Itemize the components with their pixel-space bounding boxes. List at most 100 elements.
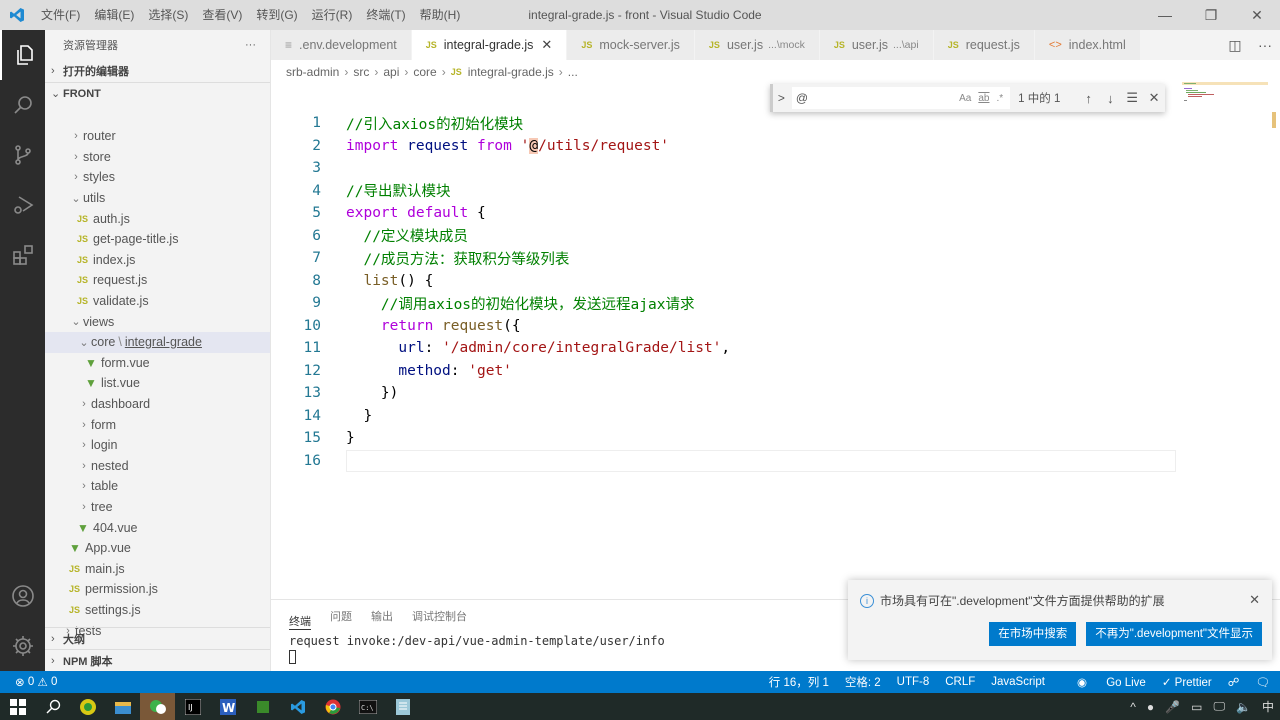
- tree-file[interactable]: ▼ list.vue: [45, 373, 270, 394]
- tree-folder[interactable]: ⌄ utils: [45, 188, 270, 209]
- find-input[interactable]: @ Aa ab .*: [791, 87, 1011, 109]
- taskbar-wechat[interactable]: [140, 693, 175, 720]
- toggle-replace-button[interactable]: >: [770, 84, 790, 112]
- whole-word-button[interactable]: ab: [978, 93, 989, 104]
- activity-manage[interactable]: [0, 621, 45, 671]
- menu-go[interactable]: 转到(G): [249, 0, 304, 30]
- panel-tab-problems[interactable]: 问题: [330, 600, 352, 634]
- taskbar-notepad[interactable]: [385, 693, 420, 720]
- panel-tab-terminal[interactable]: 终端: [289, 604, 311, 630]
- folder-section[interactable]: ⌄ FRONT: [45, 82, 270, 104]
- editor-tab[interactable]: <> index.html: [1034, 30, 1141, 60]
- tree-file[interactable]: JS request.js: [45, 270, 270, 291]
- tree-file[interactable]: JS main.js: [45, 558, 270, 579]
- go-live-button[interactable]: ◉ Go Live: [1061, 675, 1146, 689]
- menu-help[interactable]: 帮助(H): [413, 0, 468, 30]
- microphone-icon[interactable]: 🎤: [1165, 700, 1180, 714]
- regex-button[interactable]: .*: [996, 93, 1003, 104]
- tree-file[interactable]: JS get-page-title.js: [45, 229, 270, 250]
- menu-edit[interactable]: 编辑(E): [87, 0, 141, 30]
- menu-file[interactable]: 文件(F): [34, 0, 87, 30]
- activity-accounts[interactable]: [0, 571, 45, 621]
- editor-tab[interactable]: ≡ .env.development: [271, 30, 412, 60]
- code-editor[interactable]: 1//引入axios的初始化模块 2 import request from '@/…: [271, 84, 1280, 599]
- breadcrumb-item[interactable]: integral-grade.js: [468, 65, 554, 79]
- taskbar-chrome[interactable]: [315, 693, 350, 720]
- npm-scripts-section[interactable]: › NPM 脚本: [45, 649, 270, 671]
- network-icon[interactable]: 🖵: [1213, 699, 1225, 714]
- editor-tab[interactable]: JS user.js ...\api: [819, 30, 934, 60]
- panel-tab-debug-console[interactable]: 调试控制台: [412, 600, 467, 634]
- open-editors-section[interactable]: › 打开的编辑器: [45, 60, 270, 82]
- taskbar-vscode[interactable]: [280, 693, 315, 720]
- menu-run[interactable]: 运行(R): [305, 0, 360, 30]
- problems-status[interactable]: ⊗ 0 ⚠ 0: [0, 675, 57, 689]
- maximize-button[interactable]: ❐: [1188, 0, 1234, 30]
- encoding[interactable]: UTF-8: [897, 676, 930, 688]
- tree-file[interactable]: JS auth.js: [45, 208, 270, 229]
- line-ending[interactable]: CRLF: [945, 676, 975, 688]
- find-input-value[interactable]: @: [796, 91, 959, 105]
- activity-search[interactable]: [0, 80, 45, 130]
- editor-tab[interactable]: JS request.js: [933, 30, 1035, 60]
- cursor-position[interactable]: 行 16，列 1: [769, 674, 829, 690]
- tree-file[interactable]: JS settings.js: [45, 600, 270, 621]
- notifications-bell-icon[interactable]: 🗨: [1255, 675, 1270, 689]
- tree-item-label[interactable]: integral-grade: [125, 335, 202, 349]
- activity-run-debug[interactable]: [0, 180, 45, 230]
- tree-file[interactable]: JS index.js: [45, 250, 270, 271]
- split-editor-button[interactable]: ◫: [1220, 37, 1250, 54]
- menu-selection[interactable]: 选择(S): [141, 0, 195, 30]
- outline-section[interactable]: › 大纲: [45, 627, 270, 649]
- previous-match-button[interactable]: ↑: [1078, 91, 1100, 106]
- breadcrumb-item[interactable]: srb-admin: [286, 65, 339, 79]
- tree-folder[interactable]: › styles: [45, 167, 270, 188]
- breadcrumb-item[interactable]: ...: [568, 65, 578, 79]
- taskbar-cmd[interactable]: C:\: [350, 693, 385, 720]
- battery-icon[interactable]: ▭: [1191, 700, 1202, 714]
- panel-tab-output[interactable]: 输出: [371, 600, 393, 634]
- next-match-button[interactable]: ↓: [1100, 91, 1122, 106]
- volume-icon[interactable]: 🔈: [1236, 700, 1251, 714]
- menu-view[interactable]: 查看(V): [195, 0, 249, 30]
- minimap[interactable]: [1182, 80, 1268, 112]
- taskbar-search[interactable]: [35, 693, 70, 720]
- taskbar-file-explorer[interactable]: [105, 693, 140, 720]
- breadcrumb-item[interactable]: api: [383, 65, 399, 79]
- minimize-button[interactable]: —: [1142, 0, 1188, 30]
- prettier-status[interactable]: ✓ Prettier: [1162, 675, 1212, 689]
- tree-file[interactable]: ▼ App.vue: [45, 538, 270, 559]
- language-mode[interactable]: JavaScript: [991, 676, 1045, 688]
- breadcrumb-item[interactable]: src: [353, 65, 369, 79]
- tree-file[interactable]: ▼ 404.vue: [45, 517, 270, 538]
- close-find-button[interactable]: ✕: [1143, 90, 1165, 106]
- match-case-button[interactable]: Aa: [959, 93, 971, 104]
- tree-folder[interactable]: › tree: [45, 497, 270, 518]
- tree-file[interactable]: JS validate.js: [45, 291, 270, 312]
- scrollbar-marker[interactable]: [1272, 112, 1276, 128]
- start-button[interactable]: [0, 693, 35, 720]
- editor-tab[interactable]: JS integral-grade.js ✕: [411, 30, 568, 60]
- menu-terminal[interactable]: 终端(T): [359, 0, 412, 30]
- obs-icon[interactable]: ●: [1147, 700, 1154, 714]
- tree-folder[interactable]: ⌄ core \ integral-grade: [45, 331, 270, 353]
- tree-folder[interactable]: › store: [45, 147, 270, 168]
- tree-folder[interactable]: ⌄ views: [45, 311, 270, 332]
- activity-extensions[interactable]: [0, 230, 45, 280]
- explorer-more-button[interactable]: ···: [245, 39, 256, 51]
- tree-folder[interactable]: › table: [45, 476, 270, 497]
- taskbar-app-green[interactable]: [70, 693, 105, 720]
- tree-file[interactable]: JS permission.js: [45, 579, 270, 600]
- tree-folder[interactable]: › form: [45, 414, 270, 435]
- tree-folder[interactable]: › dashboard: [45, 394, 270, 415]
- breadcrumb-item[interactable]: core: [413, 65, 436, 79]
- dont-show-again-button[interactable]: 不再为".development"文件显示: [1086, 622, 1262, 646]
- indentation[interactable]: 空格: 2: [845, 674, 881, 690]
- find-in-selection-button[interactable]: ☰: [1121, 90, 1143, 106]
- editor-more-button[interactable]: ···: [1250, 37, 1280, 53]
- taskbar-app-green2[interactable]: [245, 693, 280, 720]
- search-marketplace-button[interactable]: 在市场中搜索: [989, 622, 1077, 646]
- close-window-button[interactable]: ✕: [1234, 0, 1280, 30]
- close-notification-button[interactable]: ✕: [1249, 592, 1260, 608]
- editor-tab[interactable]: JS mock-server.js: [567, 30, 695, 60]
